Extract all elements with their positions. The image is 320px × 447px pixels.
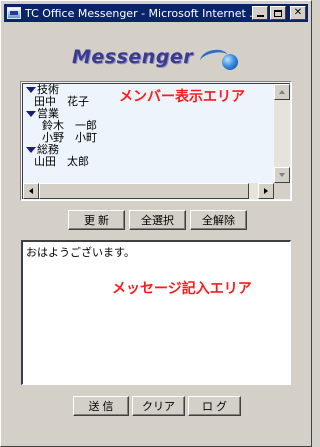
log-button[interactable]: ロ グ: [188, 396, 241, 416]
clear-button[interactable]: クリア: [132, 396, 185, 416]
message-input[interactable]: おはようございます。 メッセージ記入エリア: [21, 240, 291, 385]
maximize-icon: [274, 9, 282, 17]
minimize-icon: [256, 15, 264, 17]
scroll-down-icon: [279, 173, 285, 177]
member-list[interactable]: 技術 田中 花子 営業 鈴木 一郎 小野 小町 総務 山田 太郎 メンバー表示エ…: [23, 84, 274, 183]
browser-window: TC Office Messenger - Microsoft Internet…: [0, 0, 312, 447]
scroll-left-button[interactable]: [23, 183, 39, 199]
close-icon: ✕: [293, 7, 303, 18]
page-content: Messenger 技術 田中 花子 営業 鈴木 一郎 小野 小町 総務 山田 …: [4, 24, 308, 444]
app-icon: [7, 7, 21, 19]
refresh-button[interactable]: 更 新: [68, 210, 125, 230]
member-area-annotation: メンバー表示エリア: [119, 89, 245, 105]
deselect-all-button[interactable]: 全解除: [190, 210, 247, 230]
horizontal-scroll-thumb[interactable]: [39, 183, 249, 199]
message-text: おはようございます。: [26, 246, 135, 259]
maximize-button[interactable]: [270, 6, 286, 20]
message-area-annotation: メッセージ記入エリア: [112, 281, 252, 297]
member-item[interactable]: 山田 太郎: [23, 156, 274, 168]
scroll-left-icon: [29, 188, 33, 194]
member-name: 山田 太郎: [34, 155, 89, 168]
close-button[interactable]: ✕: [290, 6, 306, 20]
member-list-horizontal-scrollbar[interactable]: [23, 183, 274, 199]
scroll-up-button[interactable]: [274, 84, 290, 100]
messenger-logo: Messenger: [72, 46, 242, 76]
member-item[interactable]: 小野 小町: [23, 132, 274, 144]
window-title: TC Office Messenger - Microsoft Internet…: [25, 6, 252, 20]
expanded-triangle-icon: [26, 111, 36, 117]
logo-text: Messenger: [72, 46, 194, 68]
member-list-vertical-scrollbar[interactable]: [274, 84, 290, 183]
scrollbar-corner: [274, 183, 290, 199]
select-all-button[interactable]: 全選択: [129, 210, 186, 230]
logo-globe-icon: [222, 54, 238, 70]
scroll-down-button[interactable]: [274, 167, 290, 183]
scroll-right-button[interactable]: [258, 183, 274, 199]
send-button[interactable]: 送 信: [73, 396, 129, 416]
scroll-up-icon: [279, 90, 285, 94]
minimize-button[interactable]: [252, 6, 268, 20]
expanded-triangle-icon: [26, 87, 36, 93]
expanded-triangle-icon: [26, 147, 36, 153]
member-list-box: 技術 田中 花子 営業 鈴木 一郎 小野 小町 総務 山田 太郎 メンバー表示エ…: [20, 81, 292, 201]
scroll-right-icon: [264, 188, 268, 194]
title-bar[interactable]: TC Office Messenger - Microsoft Internet…: [4, 4, 308, 22]
